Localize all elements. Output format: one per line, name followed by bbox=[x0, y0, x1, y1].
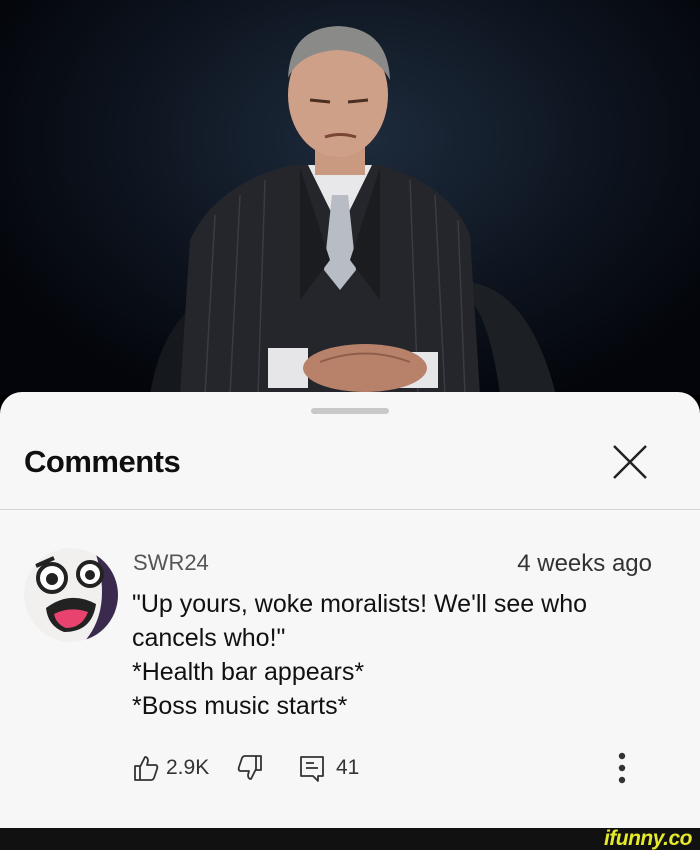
video-frame[interactable] bbox=[0, 0, 700, 395]
watermark-bar: ifunny.co bbox=[0, 828, 700, 850]
comment-line: *Boss music starts* bbox=[132, 692, 348, 720]
comments-sheet: Comments SWR24 4 weeks ago "Up yours, wo… bbox=[0, 392, 700, 828]
close-button[interactable] bbox=[606, 438, 654, 486]
comment-text: "Up yours, woke moralists! We'll see who… bbox=[132, 587, 672, 723]
avatar[interactable] bbox=[24, 548, 118, 642]
drag-handle[interactable] bbox=[311, 408, 389, 414]
close-icon bbox=[613, 445, 647, 479]
video-thumbnail bbox=[150, 26, 556, 395]
reply-count: 41 bbox=[336, 756, 360, 779]
divider bbox=[0, 509, 700, 510]
watermark: ifunny.co bbox=[603, 827, 693, 850]
reply-button[interactable]: 41 bbox=[298, 752, 359, 784]
dislike-button[interactable] bbox=[236, 752, 264, 784]
more-vert-icon bbox=[618, 752, 626, 784]
comment-author[interactable]: SWR24 bbox=[133, 550, 209, 576]
comment-line: cancels who!" bbox=[132, 624, 286, 652]
comment-timestamp: 4 weeks ago bbox=[517, 550, 652, 577]
more-options-button[interactable] bbox=[610, 750, 634, 786]
thumbs-down-icon bbox=[237, 755, 262, 780]
comment-line: "Up yours, woke moralists! We'll see who bbox=[132, 590, 588, 618]
reply-icon bbox=[300, 756, 324, 782]
like-count: 2.9K bbox=[166, 756, 210, 779]
comment-line: *Health bar appears* bbox=[132, 658, 365, 686]
like-button[interactable]: 2.9K bbox=[132, 752, 209, 784]
comments-title: Comments bbox=[24, 444, 181, 479]
thumbs-up-icon bbox=[134, 756, 159, 781]
